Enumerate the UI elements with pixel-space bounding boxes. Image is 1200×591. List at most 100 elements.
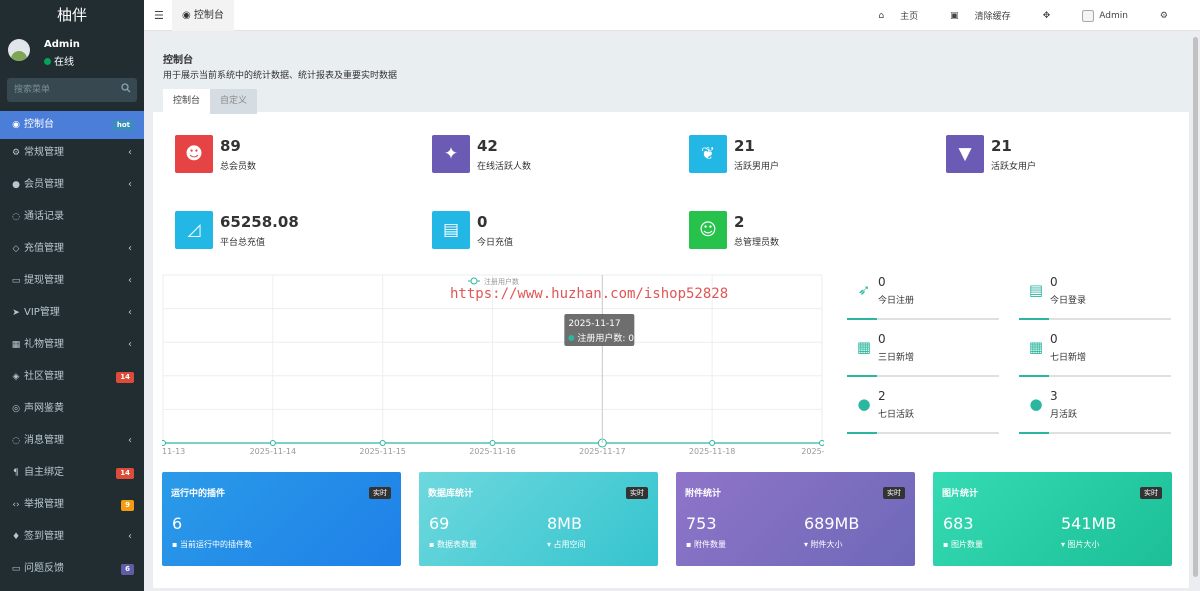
user-circle-icon: ● <box>12 180 20 190</box>
stat-box: ☺ 2 总管理员数 <box>689 211 929 251</box>
realtime-badge: 实时 <box>883 487 905 499</box>
stat-value: 21 <box>734 137 755 155</box>
mini-stat-value: 2 <box>878 389 886 403</box>
card-label-secondary: ▾ 占用空间 <box>547 540 586 549</box>
stat-label: 总管理员数 <box>734 238 780 248</box>
summary-card: 附件统计 实时 753 ▪ 附件数量 689MB ▾ 附件大小 <box>676 472 915 566</box>
main-content: 控制台 用于展示当前系统中的统计数据、统计报表及重要实时数据 控制台 自定义 ☻… <box>153 40 1189 588</box>
sidebar-item[interactable]: ♦ 签到管理 ‹ <box>0 523 144 555</box>
sidebar-item[interactable]: ◈ 社区管理 14 <box>0 363 144 395</box>
mini-stat: ● 2 七日活跃 <box>847 387 999 434</box>
card-value-secondary: 8MB <box>547 514 582 533</box>
user-menu-label: Admin <box>1099 10 1128 21</box>
sidebar-item[interactable]: ➤ VIP管理 ‹ <box>0 299 144 331</box>
data-point <box>489 440 496 446</box>
x-tick-label: 2025-11-18 <box>689 447 736 456</box>
mini-stat: ▦ 0 三日新增 <box>847 330 999 377</box>
x-tick-label: 2025-11-15 <box>359 447 406 456</box>
card-value-primary: 69 <box>429 514 450 533</box>
sidebar-item-label: 声网鉴黄 <box>24 403 64 414</box>
sidebar-item[interactable]: ▭ 提现管理 ‹ <box>0 267 144 299</box>
x-tick-label: 2025-11-1 <box>801 447 824 456</box>
sidebar-item-label: VIP管理 <box>24 307 60 318</box>
stat-value: 89 <box>220 137 241 155</box>
clear-cache-button[interactable]: ▣ 清除缓存 <box>950 9 1027 23</box>
card-title: 数据库统计 <box>428 489 474 499</box>
menu-search <box>7 78 137 102</box>
page-tabs: 控制台 自定义 <box>163 89 1179 114</box>
users-icon: ☻ <box>175 135 213 173</box>
mini-stat-label: 三日新增 <box>878 353 915 363</box>
vcard-icon: ▤ <box>1028 281 1044 299</box>
sidebar-item-label: 消息管理 <box>24 435 64 446</box>
stat-value: 0 <box>477 213 488 231</box>
chevron-left-icon: ‹ <box>128 435 132 446</box>
tab-dashboard[interactable]: ◉ 控制台 <box>172 0 234 31</box>
legend-marker-icon <box>470 277 478 285</box>
send-icon: ➤ <box>12 308 20 318</box>
stat-box: ✦ 42 在线活跃人数 <box>432 135 672 175</box>
mini-stat-label: 七日新增 <box>1050 353 1087 363</box>
x-tick-label: 2025-11-17 <box>579 447 626 456</box>
tab-console[interactable]: 控制台 <box>163 89 211 114</box>
mini-stat-accent <box>847 318 877 320</box>
trash-icon: ▣ <box>950 10 959 21</box>
sidebar-item[interactable]: ◌ 通话记录 <box>0 203 144 235</box>
card-title: 运行中的插件 <box>171 489 226 499</box>
menu-search-input[interactable] <box>7 78 137 102</box>
tab-label: 控制台 <box>193 10 224 21</box>
menu-badge: hot <box>112 120 134 131</box>
mini-stat-accent <box>847 432 877 434</box>
sidebar-item[interactable]: ⚙ 常规管理 ‹ <box>0 139 144 171</box>
sidebar-item[interactable]: ◉ 控制台 hot <box>0 111 144 139</box>
chevron-left-icon: ‹ <box>128 147 132 158</box>
sidebar-item[interactable]: ‹› 举报管理 9 <box>0 491 144 523</box>
tab-custom[interactable]: 自定义 <box>210 89 258 114</box>
card-value-primary: 753 <box>686 514 717 533</box>
sidebar-item[interactable]: ◌ 消息管理 ‹ <box>0 427 144 459</box>
search-icon[interactable] <box>121 83 131 93</box>
sidebar-item[interactable]: ¶ 自主绑定 14 <box>0 459 144 491</box>
user-status: 在线 <box>44 53 74 68</box>
rocket-icon: ➶ <box>857 281 871 299</box>
page-description: 用于展示当前系统中的统计数据、统计报表及重要实时数据 <box>163 71 398 81</box>
sidebar-item-label: 自主绑定 <box>24 467 64 478</box>
app-logo[interactable]: 柚伴 <box>0 0 144 31</box>
comment-icon: ◌ <box>12 436 20 446</box>
user-menu[interactable]: Admin <box>1082 9 1144 22</box>
sidebar-item[interactable]: ▭ 问题反馈 6 <box>0 555 144 587</box>
desktop-icon: ▭ <box>11 564 21 574</box>
menu-toggle-icon[interactable]: ☰ <box>154 9 164 22</box>
chevron-left-icon: ‹ <box>128 531 132 542</box>
home-link[interactable]: ⌂ 主页 <box>878 9 934 23</box>
stat-label: 今日充值 <box>477 238 514 248</box>
stat-value: 2 <box>734 213 745 231</box>
leaf-icon: ❦ <box>689 135 727 173</box>
sidebar-item-label: 签到管理 <box>24 531 64 542</box>
sidebar-item[interactable]: ● 会员管理 ‹ <box>0 171 144 203</box>
map-marker-icon: ♦ <box>11 532 21 542</box>
page-header: 控制台 用于展示当前系统中的统计数据、统计报表及重要实时数据 控制台 自定义 <box>153 40 1189 114</box>
instagram-icon: ◎ <box>12 404 20 414</box>
scrollbar[interactable] <box>1193 37 1198 577</box>
summary-card: 图片统计 实时 683 ▪ 图片数量 541MB ▾ 图片大小 <box>933 472 1172 566</box>
sidebar-item[interactable]: ▦ 礼物管理 ‹ <box>0 331 144 363</box>
tooltip-dot-icon <box>568 335 575 341</box>
stat-box: ▼ 21 活跃女用户 <box>946 135 1186 175</box>
code-icon: ‹› <box>12 500 20 510</box>
sidebar-item[interactable]: ◎ 声网鉴黄 <box>0 395 144 427</box>
stat-label: 活跃女用户 <box>991 162 1037 172</box>
sidebar-item-label: 控制台 <box>24 119 54 130</box>
stat-box: ☻ 89 总会员数 <box>175 135 415 175</box>
chevron-left-icon: ‹ <box>128 307 132 318</box>
card-title: 图片统计 <box>942 489 979 499</box>
sidebar-item-label: 会员管理 <box>24 179 64 190</box>
tags-icon: ◈ <box>12 372 20 382</box>
data-point <box>379 440 386 446</box>
summary-card: 运行中的插件 实时 6 ▪ 当前运行中的插件数 <box>162 472 401 566</box>
settings-button[interactable]: ⚙ <box>1160 11 1184 21</box>
stat-value: 65258.08 <box>220 213 299 231</box>
fullscreen-button[interactable]: ✥ <box>1043 11 1067 21</box>
realtime-badge: 实时 <box>1140 487 1162 499</box>
sidebar-item[interactable]: ◇ 充值管理 ‹ <box>0 235 144 267</box>
